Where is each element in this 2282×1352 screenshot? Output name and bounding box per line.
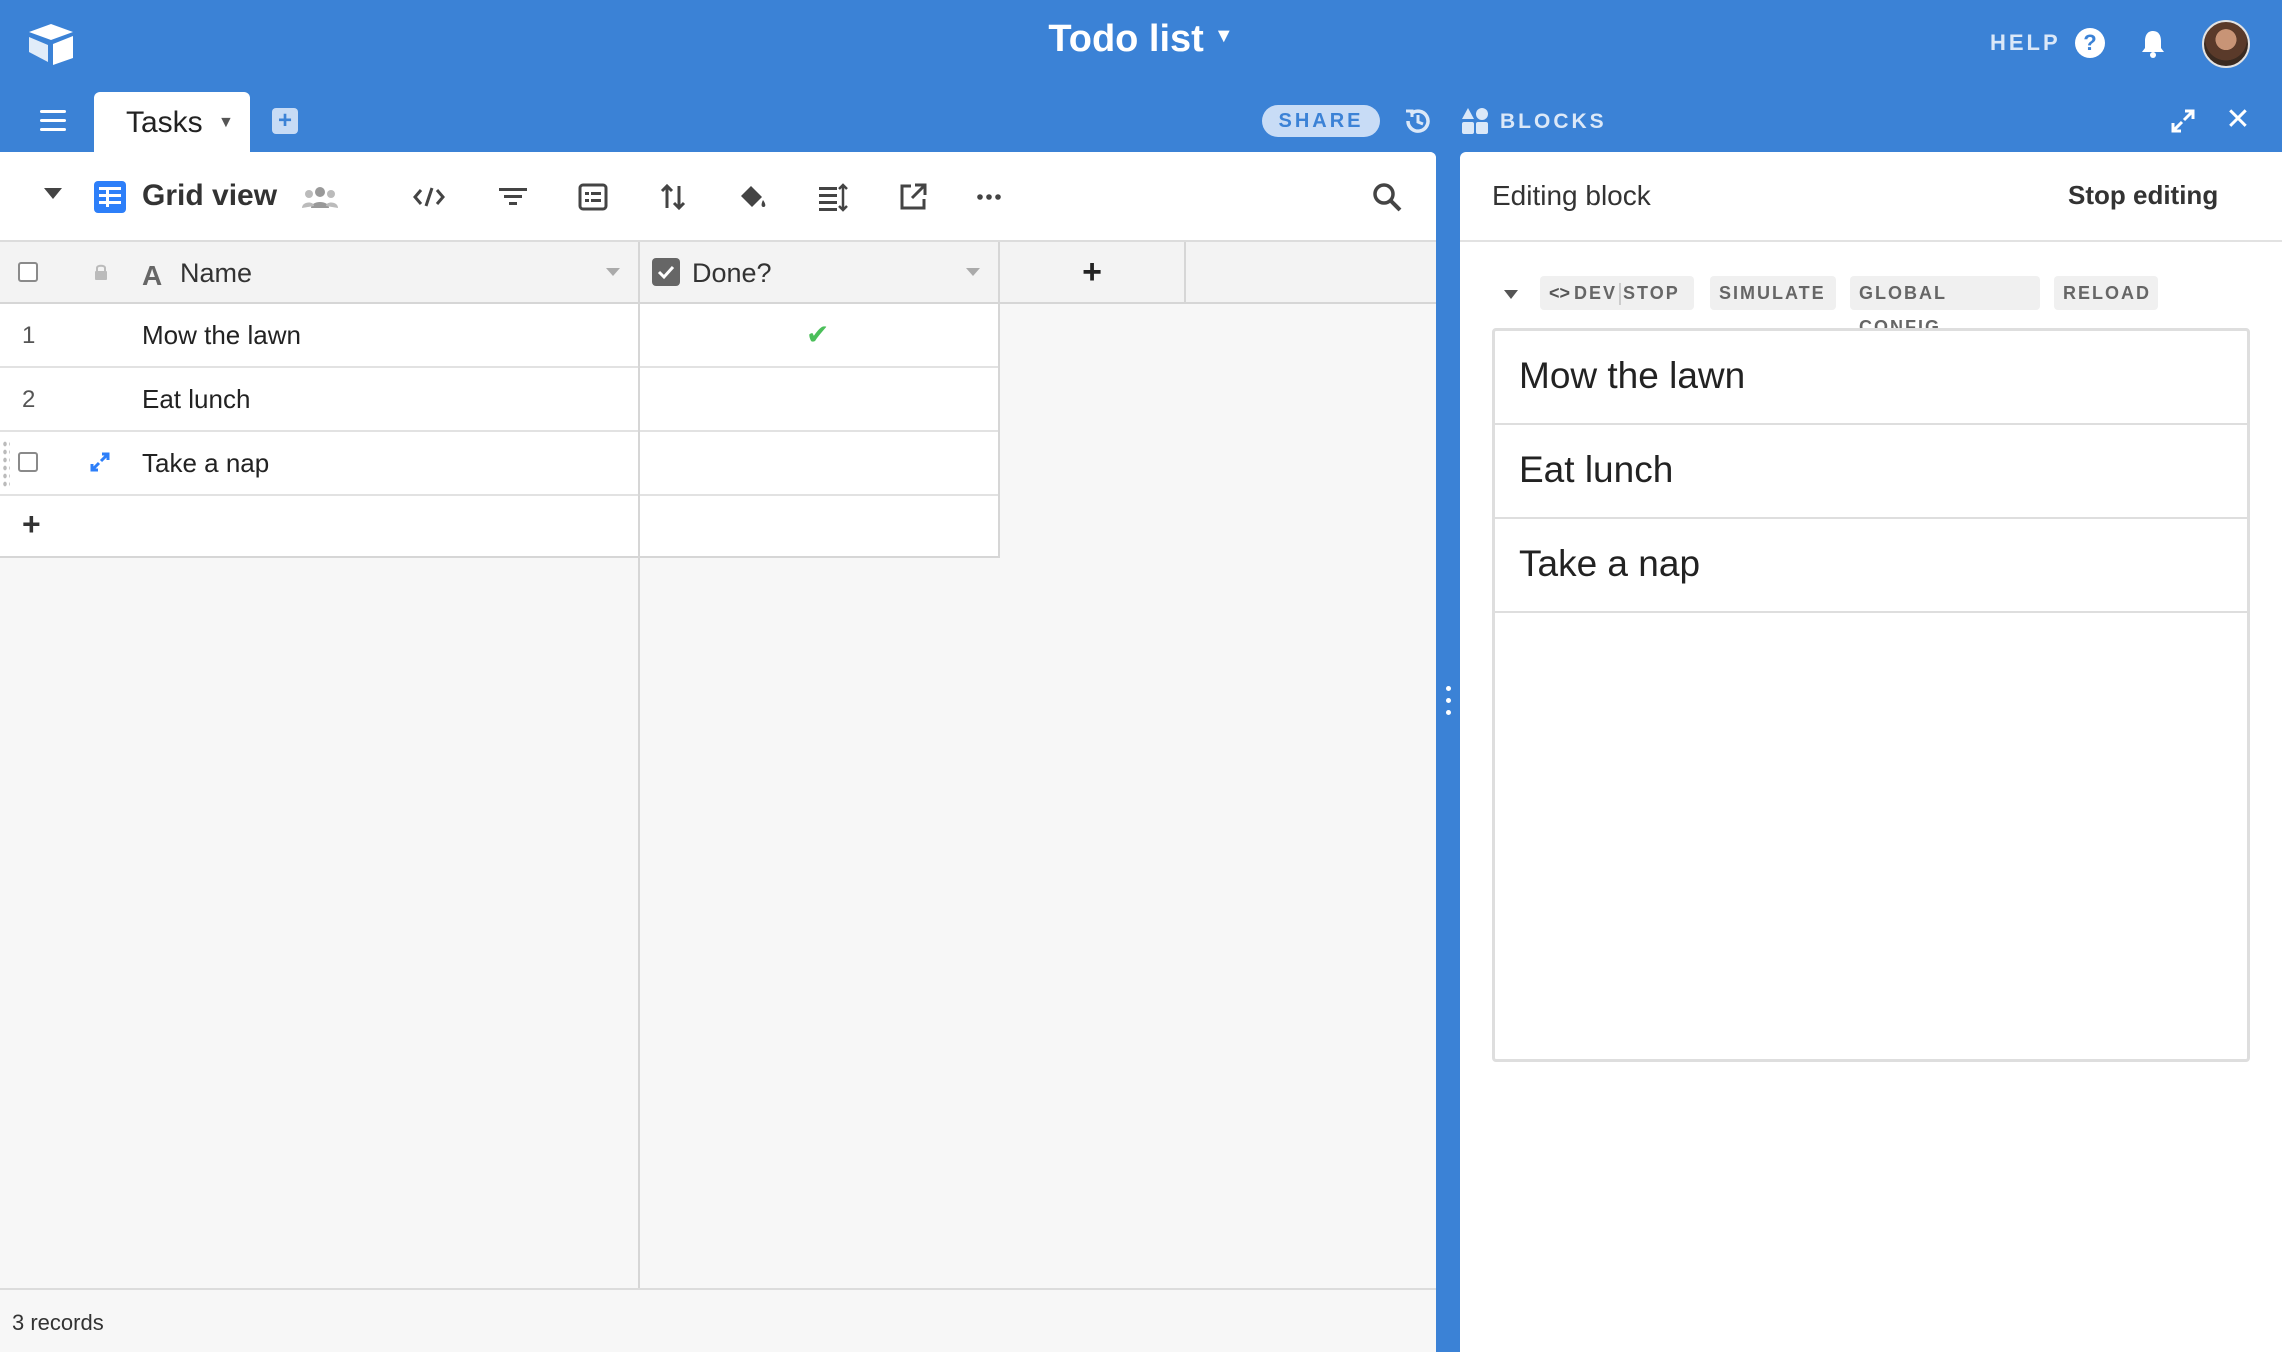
list-item-text: Take a nap [1519,543,1701,584]
blocks-label[interactable]: BLOCKS [1500,110,1607,134]
cell-name[interactable]: Eat lunch [142,384,250,415]
view-toolbar: Grid view [0,152,1436,242]
code-brackets-icon: <> [1549,283,1571,303]
table-tab-bar: Tasks ▼ + SHARE BLOCKS ✕ [0,88,2282,152]
dev-toolbar-caret-icon[interactable] [1504,290,1518,299]
list-item-text: Eat lunch [1519,449,1674,490]
stop-label[interactable]: STOP [1623,283,1680,303]
hamburger-menu-icon[interactable] [40,110,66,132]
top-header: Todo list ▼ HELP ? [0,0,2282,88]
base-title[interactable]: Todo list ▼ [0,18,2282,61]
cell-name[interactable]: Take a nap [142,448,269,479]
row-number: 2 [22,386,36,413]
share-view-icon[interactable] [896,180,930,214]
reload-button[interactable]: RELOAD [2054,276,2158,310]
add-row-plus-icon: + [22,506,41,542]
user-avatar[interactable] [2202,20,2250,68]
record-count: 3 records [12,1310,104,1335]
sort-icon[interactable] [656,180,690,214]
table-row[interactable]: 1 Mow the lawn ✔ [0,304,1000,368]
simulate-button[interactable]: SIMULATE [1710,276,1836,310]
column-header-done[interactable]: Done? [692,258,772,289]
column-header-name[interactable]: Name [180,258,252,289]
search-icon[interactable] [1370,180,1404,214]
column-menu-caret-icon[interactable] [966,268,980,276]
row-number: 1 [22,322,36,349]
more-icon[interactable] [972,180,1006,214]
base-title-label: Todo list [1048,18,1204,60]
people-icon[interactable] [302,184,338,210]
table-row[interactable]: 2 Eat lunch [0,368,1000,432]
block-panel-title: Editing block [1492,180,1651,211]
table-row[interactable]: Take a nap [0,432,1000,496]
view-switcher-caret-icon[interactable] [44,188,62,199]
list-item: Take a nap [1495,519,2247,613]
add-table-icon[interactable]: + [272,108,298,134]
drag-handle-icon[interactable] [2,440,10,488]
row-checkbox[interactable] [18,452,38,472]
share-button[interactable]: SHARE [1262,105,1380,137]
dev-label: DEV [1574,283,1618,303]
grid-footer: 3 records [0,1288,1436,1352]
list-item-text: Mow the lawn [1519,355,1746,396]
global-config-button[interactable]: GLOBAL CONFIG [1850,276,2040,337]
row-height-icon[interactable] [816,180,850,214]
blocks-icon[interactable] [1460,106,1490,136]
list-item: Eat lunch [1495,425,2247,519]
block-frame: Mow the lawn Eat lunch Take a nap [1492,328,2250,1062]
column-divider [998,242,1000,558]
block-panel-header: Editing block Stop editing [1460,152,2282,242]
stop-editing-button[interactable]: Stop editing [2068,180,2218,211]
group-icon[interactable] [576,180,610,214]
expand-icon[interactable] [2170,108,2196,134]
cell-name[interactable]: Mow the lawn [142,320,301,351]
lock-icon [95,264,107,280]
add-column-button[interactable]: + [1000,242,1186,304]
expand-record-icon[interactable] [88,450,112,474]
cell-done-check-icon[interactable]: ✔ [806,318,829,351]
grid-view-icon [94,181,126,213]
code-icon[interactable] [412,180,446,214]
filter-icon[interactable] [496,180,530,214]
column-menu-caret-icon[interactable] [606,268,620,276]
dev-stop-toggle[interactable]: <> DEV STOP [1540,276,1694,310]
block-panel: Editing block Stop editing <> DEV STOP SIM… [1460,152,2282,1352]
view-name[interactable]: Grid view [142,179,277,213]
grid-pane: Grid view A Name Done? + 1 Mow the lawn … [0,152,1436,1352]
tab-tasks[interactable]: Tasks ▼ [94,92,250,152]
base-title-caret-icon: ▼ [1213,25,1234,48]
notification-bell-icon[interactable] [2138,28,2168,60]
help-icon[interactable]: ? [2075,28,2105,58]
panel-resize-handle[interactable] [1436,152,1460,1352]
add-row-button[interactable]: + [0,496,1000,558]
list-item: Mow the lawn [1495,331,2247,425]
grid-header-row: A Name Done? + [0,242,1436,304]
tab-label: Tasks [126,106,203,139]
text-field-icon: A [142,260,163,291]
column-divider [638,242,640,1352]
color-icon[interactable] [736,180,770,214]
close-icon[interactable]: ✕ [2224,105,2252,135]
select-all-checkbox[interactable] [18,262,38,282]
help-label[interactable]: HELP [1990,30,2061,56]
checkbox-field-icon [652,258,680,286]
tab-caret-icon[interactable]: ▼ [218,114,234,132]
history-icon[interactable] [1402,105,1434,137]
